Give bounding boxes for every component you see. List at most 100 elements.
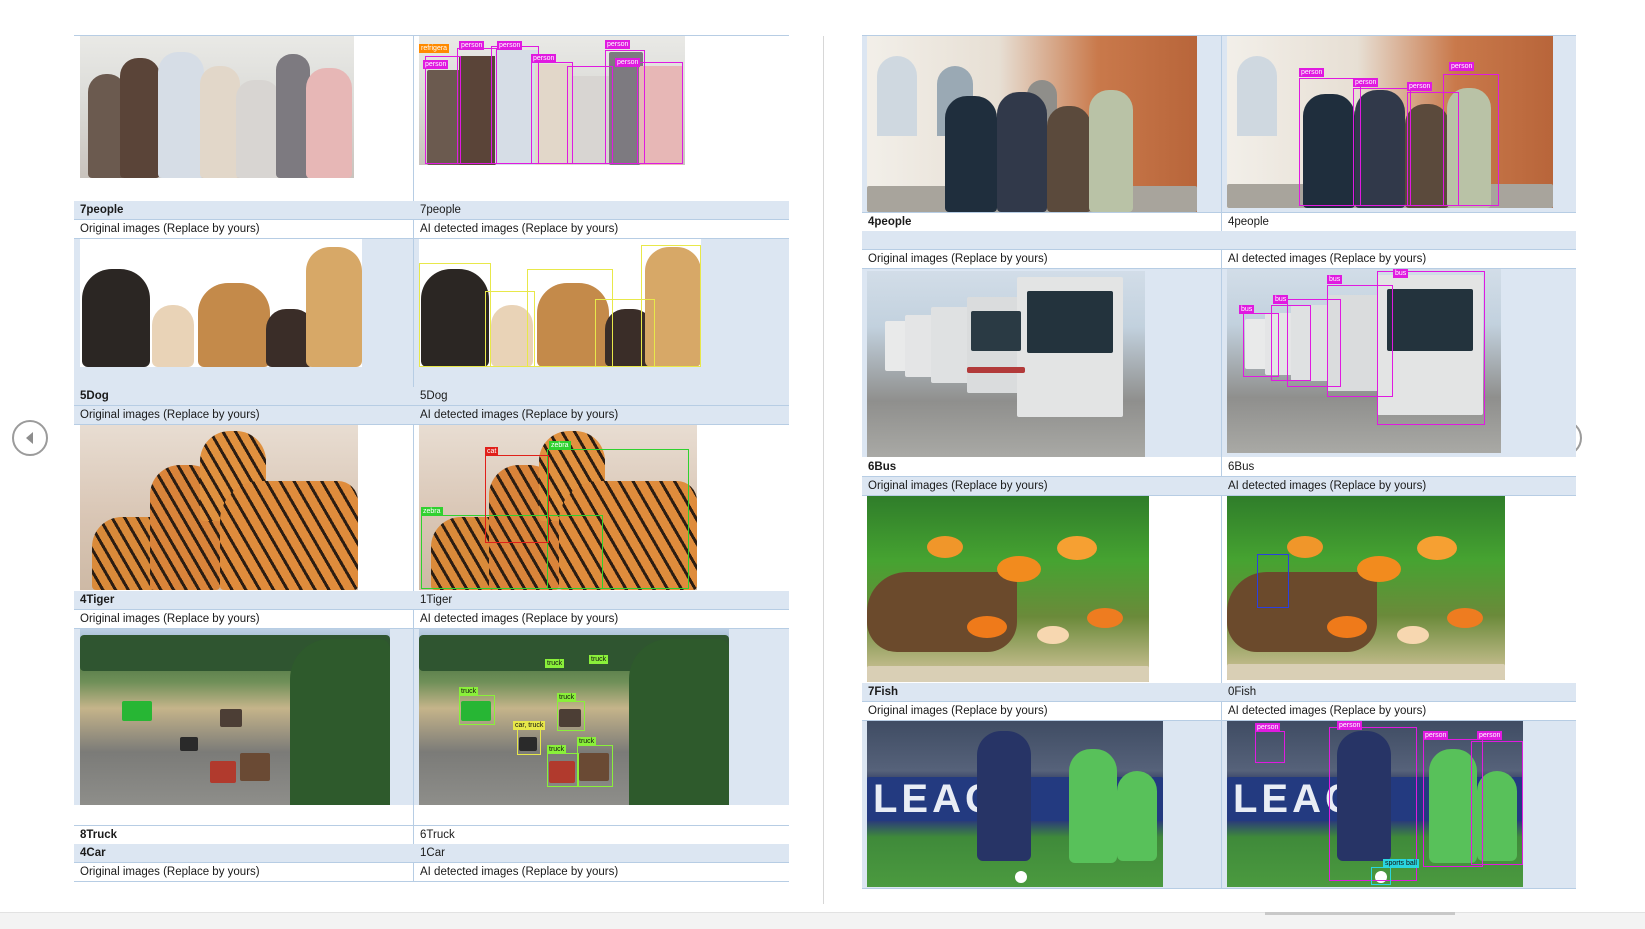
detection-tag: person: [1299, 68, 1325, 77]
fish-detected-photo: [1227, 496, 1505, 680]
detected-count-label: 5Dog: [420, 390, 448, 402]
detection-tag: truck: [577, 737, 597, 746]
object-count-label: 4Car: [80, 847, 106, 859]
ai-detected-image-cell: refrigera person person person person pe…: [414, 36, 789, 201]
detected-count-label: 1Car: [420, 847, 445, 859]
detection-tag: truck: [459, 687, 479, 696]
table-row: Original images (Replace by yours) AI de…: [74, 610, 789, 629]
soccer-detected-photo: LEAGU person person person person sports…: [1227, 721, 1523, 887]
table-row: 7people 7people: [74, 201, 789, 220]
table-bottom-border: [862, 888, 1576, 889]
original-image-cell: [74, 629, 413, 805]
detection-tag: person: [1255, 723, 1281, 732]
detection-tag: bus: [1327, 275, 1343, 284]
original-caption: Original images (Replace by yours): [80, 866, 260, 878]
detection-tag: person: [497, 41, 523, 50]
table-row: Original images (Replace by yours) AI de…: [862, 250, 1576, 269]
original-caption: Original images (Replace by yours): [80, 223, 260, 235]
buses-photo: [867, 271, 1145, 457]
tigers-detected-photo: zebra zebra cat: [419, 425, 697, 590]
ai-detected-image-cell: bus bus bus bus: [1222, 269, 1576, 457]
detection-tag: person: [1353, 78, 1379, 87]
tigers-photo: [80, 425, 358, 590]
table-row: Original images (Replace by yours) AI de…: [74, 220, 789, 239]
ai-detected-image-cell: [1222, 496, 1576, 682]
detection-tag: person: [423, 60, 449, 69]
original-caption: Original images (Replace by yours): [80, 613, 260, 625]
object-count-label: 4Tiger: [80, 594, 115, 606]
table-row: Original images (Replace by yours) AI de…: [74, 863, 789, 882]
ai-caption: AI detected images (Replace by yours): [420, 613, 619, 625]
horizontal-scrollbar[interactable]: [1265, 912, 1455, 915]
object-count-label: 8Truck: [80, 829, 118, 841]
ai-detected-image-cell: LEAGU person person person person sports…: [1222, 721, 1576, 888]
detection-tag: bus: [1239, 305, 1255, 314]
original-image-cell: [74, 36, 413, 201]
detected-count-label: 1Tiger: [420, 594, 453, 606]
ai-caption: AI detected images (Replace by yours): [1228, 705, 1427, 717]
ai-caption: AI detected images (Replace by yours): [420, 409, 619, 421]
table-row: Original images (Replace by yours) AI de…: [862, 702, 1576, 721]
ai-detected-image-cell: person person person person: [1222, 36, 1576, 212]
dogs-photo: [80, 239, 362, 367]
detected-count-label: 6Truck: [420, 829, 455, 841]
original-caption: Original images (Replace by yours): [80, 409, 260, 421]
original-caption: Original images (Replace by yours): [868, 253, 1048, 265]
detection-tag: bus: [1273, 295, 1289, 304]
detection-tag: person: [459, 41, 485, 50]
dogs-detected-photo: [419, 239, 701, 367]
table-row: [862, 231, 1576, 250]
detection-tag: truck: [545, 659, 565, 668]
original-image-cell: [74, 239, 413, 406]
ai-detected-image-cell: truck truck truck truck car, truck truck…: [414, 629, 789, 805]
detection-tag: person: [1337, 721, 1363, 730]
object-count-label: 5Dog: [80, 390, 109, 402]
detection-tag: truck: [547, 745, 567, 754]
original-image-cell: LEAGU: [862, 721, 1221, 888]
ai-caption: AI detected images (Replace by yours): [420, 223, 619, 235]
detection-tag: person: [605, 40, 631, 49]
detected-count-label: 4people: [1228, 216, 1269, 228]
object-count-label: 4people: [868, 216, 912, 228]
ai-detected-image-cell: zebra zebra cat: [414, 425, 789, 590]
detection-tag: cat: [485, 447, 499, 456]
original-image-cell: [862, 496, 1221, 682]
object-count-label: 6Bus: [868, 461, 897, 473]
page-divider: [823, 36, 824, 904]
people-photo: [80, 36, 354, 178]
table-row: 8Truck 6Truck: [74, 825, 789, 845]
detected-count-label: 7people: [420, 204, 461, 216]
detection-tag: sports ball: [1383, 859, 1419, 868]
detection-tag: person: [1477, 731, 1503, 740]
table-row: 6Bus 6Bus: [862, 458, 1576, 477]
detection-tag: truck: [589, 655, 609, 664]
table-row: 5Dog 5Dog: [74, 387, 789, 406]
object-count-label: 7Fish: [868, 686, 899, 698]
fish-photo: [867, 496, 1149, 682]
object-count-label: 7people: [80, 204, 124, 216]
original-image-cell: [74, 425, 413, 590]
detection-tag: person: [615, 58, 641, 67]
detection-tag: zebra: [549, 441, 571, 450]
detection-tag: bus: [1393, 269, 1409, 278]
detection-tag: person: [531, 54, 557, 63]
ai-detected-image-cell: [414, 239, 789, 406]
table-row: 4Tiger 1Tiger: [74, 591, 789, 610]
detected-count-label: 0Fish: [1228, 686, 1257, 698]
people-detected-photo: refrigera person person person person pe…: [419, 36, 685, 165]
buses-detected-photo: bus bus bus bus: [1227, 269, 1501, 453]
detection-tag: person: [1449, 62, 1475, 71]
prev-page-button[interactable]: [12, 420, 48, 456]
table-row: 4people 4people: [862, 212, 1576, 232]
building-people-detected-photo: person person person person: [1227, 36, 1553, 208]
highway-photo: [80, 629, 390, 805]
chevron-left-icon: [26, 432, 33, 444]
detection-tag: truck: [557, 693, 577, 702]
table-row: 7Fish 0Fish: [862, 683, 1576, 702]
soccer-photo: LEAGU: [867, 721, 1163, 887]
ai-caption: AI detected images (Replace by yours): [1228, 253, 1427, 265]
table-row: Original images (Replace by yours) AI de…: [862, 477, 1576, 496]
detection-tag: zebra: [421, 507, 443, 516]
original-caption: Original images (Replace by yours): [868, 480, 1048, 492]
building-people-photo: [867, 36, 1197, 212]
